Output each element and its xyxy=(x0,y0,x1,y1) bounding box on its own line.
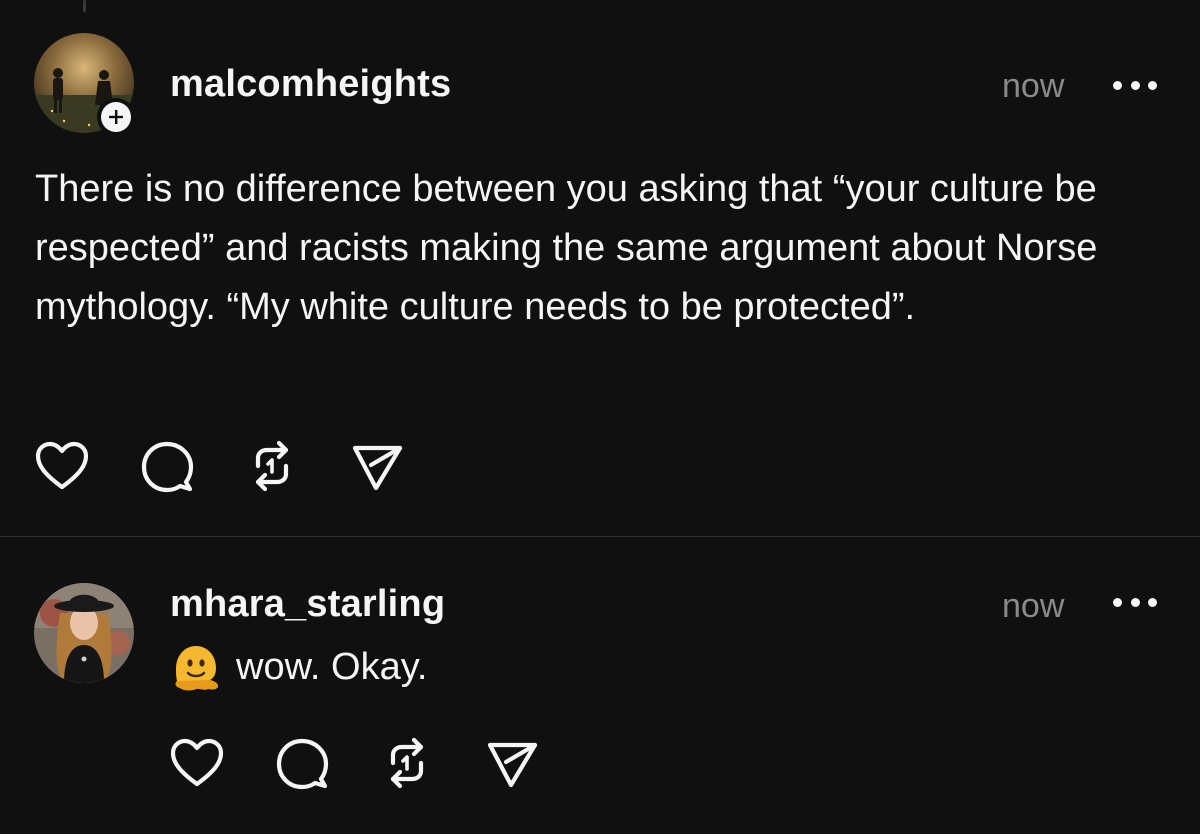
melting-face-icon xyxy=(175,646,218,691)
follow-button[interactable] xyxy=(97,98,135,136)
post-actions xyxy=(167,733,587,793)
username[interactable]: malcomheights xyxy=(170,63,451,106)
reply-content: wow. Okay. xyxy=(170,641,427,693)
post-text: wow. Okay. xyxy=(236,645,428,688)
post-text: There is no difference between you askin… xyxy=(35,168,1098,328)
post: mhara_starling now wow. Okay. xyxy=(0,537,1200,834)
post: malcomheights now There is no difference… xyxy=(0,0,1200,536)
avatar[interactable] xyxy=(34,583,134,683)
avatar-image xyxy=(34,583,134,683)
repost-icon[interactable] xyxy=(242,436,302,496)
repost-icon[interactable] xyxy=(377,733,437,793)
timestamp: now xyxy=(1002,587,1065,625)
more-options-icon[interactable] xyxy=(1113,592,1157,612)
heart-icon[interactable] xyxy=(167,733,227,793)
comment-icon[interactable] xyxy=(272,733,332,793)
comment-icon[interactable] xyxy=(137,436,197,496)
post-actions xyxy=(32,436,452,496)
share-icon[interactable] xyxy=(347,436,407,496)
share-icon[interactable] xyxy=(482,733,542,793)
more-options-icon[interactable] xyxy=(1113,75,1157,95)
plus-icon xyxy=(101,102,131,132)
heart-icon[interactable] xyxy=(32,436,92,496)
username[interactable]: mhara_starling xyxy=(170,583,445,626)
timestamp: now xyxy=(1002,67,1065,105)
